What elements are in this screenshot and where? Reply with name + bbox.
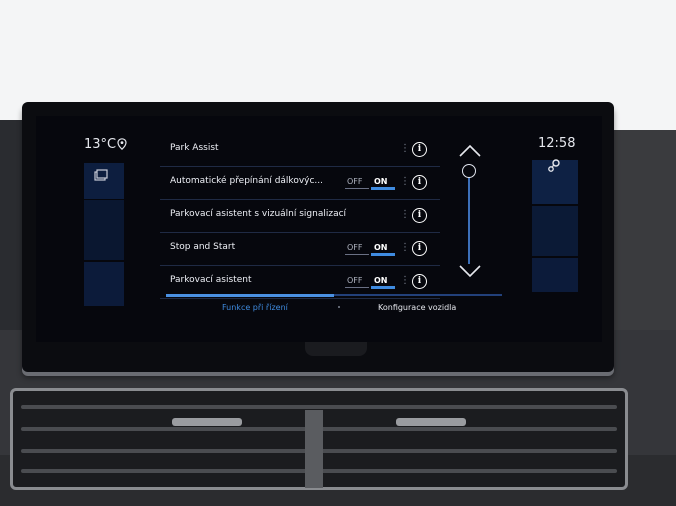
toggle-auto-high-beam[interactable]: OFF ON: [344, 173, 396, 193]
tab-indicator-active: [166, 294, 334, 297]
tab-separator: [338, 306, 340, 308]
location-pin-icon: [117, 138, 127, 150]
toggle-on-label: ON: [374, 243, 388, 252]
scrollbar-thumb[interactable]: [462, 164, 476, 178]
toggle-off-indicator: [345, 254, 369, 255]
toggle-off-indicator: [345, 188, 369, 189]
toggle-park-assistant[interactable]: OFF ON: [344, 272, 396, 292]
info-icon[interactable]: i: [412, 241, 427, 256]
chevron-down-icon[interactable]: [458, 264, 482, 278]
separator: ⋮: [400, 242, 410, 253]
list-item-label: Automatické přepínání dálkovýc...: [170, 176, 324, 186]
screen-bezel-bottom-tab: [305, 342, 367, 356]
info-icon[interactable]: i: [412, 175, 427, 190]
toggle-off-label: OFF: [347, 276, 363, 285]
list-item-auto-high-beam[interactable]: Automatické přepínání dálkovýc... OFF ON…: [160, 167, 440, 200]
settings-icon: [548, 159, 560, 172]
info-icon[interactable]: i: [412, 208, 427, 223]
toggle-on-indicator: [371, 187, 395, 190]
toggle-on-indicator: [371, 253, 395, 256]
toggle-on-indicator: [371, 286, 395, 289]
left-rail-panel-bottom: [84, 262, 124, 306]
vent-adjuster-right: [396, 418, 466, 426]
list-item-label: Parkovací asistent: [170, 275, 252, 285]
right-rail-panel-bottom: [532, 258, 578, 292]
list-item-label: Park Assist: [170, 143, 219, 153]
toggle-off-label: OFF: [347, 243, 363, 252]
vent-adjuster-left: [172, 418, 242, 426]
list-item-label: Stop and Start: [170, 242, 236, 252]
chevron-up-icon[interactable]: [458, 144, 482, 158]
info-icon[interactable]: i: [412, 274, 427, 289]
separator: ⋮: [400, 143, 410, 154]
info-icon[interactable]: i: [412, 142, 427, 157]
separator: ⋮: [400, 275, 410, 286]
toggle-off-indicator: [345, 287, 369, 288]
list-item-visual-park-assist[interactable]: Parkovací asistent s vizuální signalizac…: [160, 200, 440, 233]
separator: ⋮: [400, 176, 410, 187]
toggle-on-label: ON: [374, 177, 388, 186]
left-rail-panel: [84, 200, 124, 260]
list-item-stop-and-start[interactable]: Stop and Start OFF ON ⋮ i: [160, 233, 440, 266]
scrollbar-track[interactable]: [468, 168, 470, 264]
outside-temperature: 13°C: [84, 137, 117, 152]
vent-divider: [305, 410, 323, 488]
toggle-off-label: OFF: [347, 177, 363, 186]
menu-icon: [94, 169, 108, 181]
tab-vehicle-configuration[interactable]: Konfigurace vozidla: [378, 303, 456, 312]
toggle-stop-and-start[interactable]: OFF ON: [344, 239, 396, 259]
tab-driving-functions[interactable]: Funkce při řízení: [222, 303, 288, 312]
list-item-park-assist[interactable]: Park Assist ⋮ i: [160, 134, 440, 167]
clock: 12:58: [538, 136, 576, 151]
list-item-label: Parkovací asistent s vizuální signalizac…: [170, 209, 347, 219]
right-rail-panel: [532, 206, 578, 256]
toggle-on-label: ON: [374, 276, 388, 285]
separator: ⋮: [400, 209, 410, 220]
